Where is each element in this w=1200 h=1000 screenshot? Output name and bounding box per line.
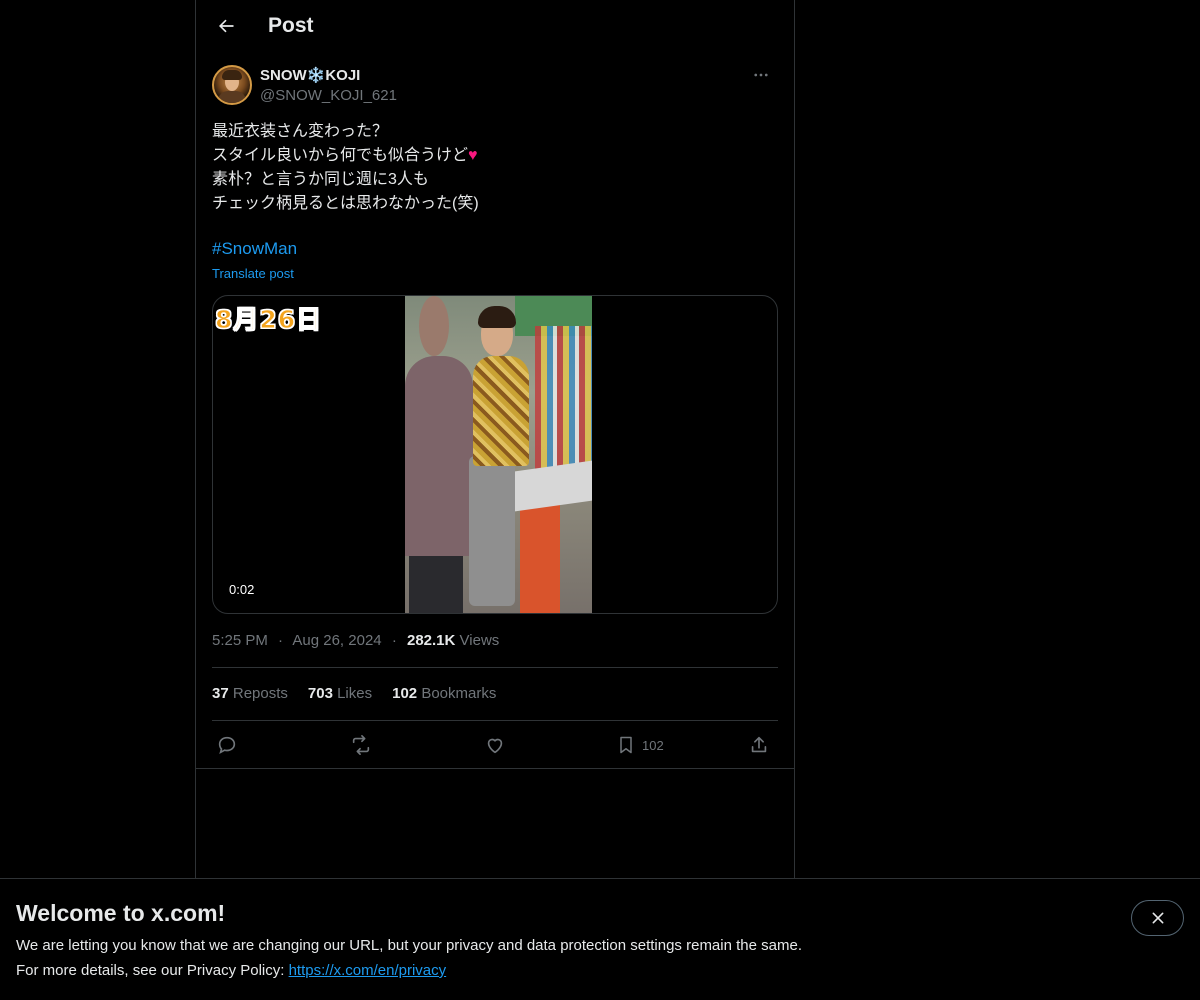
close-banner-button[interactable]: [1131, 900, 1184, 936]
privacy-policy-link[interactable]: https://x.com/en/privacy: [289, 962, 447, 979]
avatar[interactable]: [212, 65, 252, 105]
post-text-line: スタイル良いから何でも似合うけど♥: [212, 147, 478, 164]
hashtag-link[interactable]: #SnowMan: [212, 239, 297, 259]
share-icon: [751, 736, 767, 753]
post-text-line: 最近衣装さん変わった？: [212, 123, 389, 140]
author-handle[interactable]: @SNOW_KOJI_621: [260, 87, 397, 104]
heart-emoji-icon: ♥: [468, 147, 478, 164]
translate-post-link[interactable]: Translate post: [212, 266, 294, 281]
meta-separator: ·: [278, 632, 284, 649]
bookmark-button[interactable]: 102: [616, 732, 664, 758]
more-options-button[interactable]: [744, 64, 778, 86]
close-icon: [1152, 912, 1163, 924]
welcome-banner: Welcome to x.com! We are letting you kno…: [0, 878, 1200, 1000]
video-timestamp: 0:02: [225, 581, 259, 598]
divider: [212, 720, 778, 721]
repost-button[interactable]: [349, 732, 373, 758]
banner-privacy-line: For more details, see our Privacy Policy…: [16, 962, 447, 979]
reposts-stat[interactable]: 37 Reposts: [212, 685, 288, 702]
post-author: SNOW❄️KOJI @SNOW_KOJI_621: [212, 64, 778, 108]
author-display-name[interactable]: SNOW❄️KOJI: [260, 66, 360, 84]
divider: [196, 768, 794, 769]
post-date[interactable]: Aug 26, 2024: [292, 632, 381, 649]
post-stats: 37 Reposts 703 Likes 102 Bookmarks: [212, 685, 496, 702]
post-time[interactable]: 5:25 PM: [212, 632, 268, 649]
video-player[interactable]: 8月26日 0:02: [212, 295, 778, 614]
banner-title: Welcome to x.com!: [16, 900, 226, 926]
page-title: Post: [268, 14, 314, 37]
heart-icon: [487, 738, 503, 754]
video-date-overlay: 8月26日: [214, 305, 323, 335]
divider: [212, 667, 778, 668]
like-button[interactable]: [484, 732, 506, 758]
post-text-line: 素朴？と言うか同じ週に3人も: [212, 171, 429, 188]
views-count: 282.1K: [406, 632, 456, 649]
more-horizontal-icon: [754, 73, 768, 77]
meta-separator: ·: [391, 632, 397, 649]
banner-message: We are letting you know that we are chan…: [16, 937, 802, 954]
views-label: Views: [459, 632, 500, 649]
post-column: Post SNOW❄️KOJI @SNOW_KOJI_621 最近衣装さん変わっ…: [195, 0, 795, 878]
post-text-line: チェック柄見るとは思わなかった(笑): [212, 195, 479, 212]
back-button[interactable]: [208, 8, 244, 44]
likes-stat[interactable]: 703 Likes: [308, 685, 372, 702]
post-metadata: 5:25 PM · Aug 26, 2024 · 282.1K Views: [212, 632, 499, 649]
action-bar: 102: [212, 732, 778, 758]
video-frame: [405, 296, 592, 613]
repost-icon: [352, 735, 370, 755]
bookmark-count: 102: [642, 737, 664, 753]
reply-button[interactable]: [216, 732, 238, 758]
share-button[interactable]: [748, 732, 770, 758]
reply-icon: [218, 736, 236, 754]
page-header: Post: [196, 0, 794, 54]
bookmarks-stat[interactable]: 102 Bookmarks: [392, 685, 496, 702]
bookmark-icon: [620, 736, 632, 754]
post-text: 最近衣装さん変わった？ スタイル良いから何でも似合うけど♥ 素朴？と言うか同じ週…: [212, 120, 778, 216]
arrow-left-icon: [219, 19, 234, 33]
